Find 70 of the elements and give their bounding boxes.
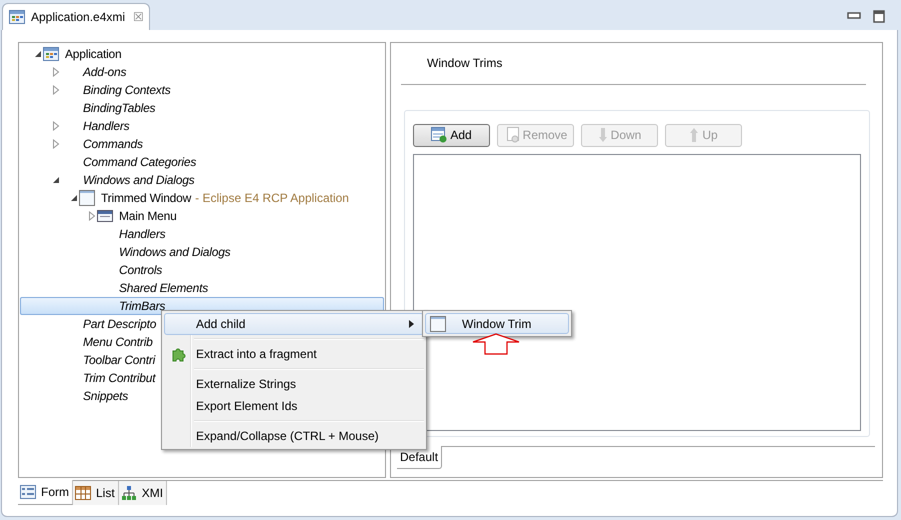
tree-item-label: Windows and Dialogs — [83, 173, 194, 187]
tree-item[interactable]: Handlers — [20, 117, 384, 135]
tree-item-label: TrimBars — [119, 299, 166, 313]
tree-item[interactable]: Commands — [20, 135, 384, 153]
window-icon — [430, 316, 446, 332]
tree-item-detail: - Eclipse E4 RCP Application — [195, 191, 349, 205]
tree-item-label: Application — [65, 47, 122, 61]
pointer-arrow — [472, 333, 520, 355]
tree-item[interactable]: Binding Contexts — [20, 81, 384, 99]
tree-item-label: Handlers — [119, 227, 166, 241]
tree-item-label: Binding Contexts — [83, 83, 171, 97]
tree-item-label: Windows and Dialogs — [119, 245, 230, 259]
down-arrow-icon — [598, 127, 608, 144]
menu-item[interactable]: Export Element Ids — [164, 395, 424, 417]
tree-item-label: Handlers — [83, 119, 130, 133]
menu-item[interactable]: Externalize Strings — [164, 373, 424, 395]
tree-item[interactable]: Application — [20, 45, 384, 63]
tree-item-label: Menu Contrib — [83, 335, 153, 349]
table-icon — [75, 486, 91, 500]
tree-item-label: Main Menu — [119, 209, 177, 223]
tab[interactable]: Form — [18, 480, 73, 505]
application-icon — [9, 9, 25, 25]
collapsed-icon[interactable] — [52, 67, 60, 77]
tree-item[interactable]: BindingTables — [20, 99, 384, 117]
tree-item[interactable]: Command Categories — [20, 153, 384, 171]
editor-tab[interactable]: Application.e4xmi ☒ — [2, 3, 150, 30]
collapsed-icon[interactable] — [52, 121, 60, 131]
collapsed-icon[interactable] — [52, 139, 60, 149]
tree-item-label: Snippets — [83, 389, 128, 403]
tree-item-label: Add-ons — [83, 65, 126, 79]
tree-item-label: Trimmed Window — [101, 191, 192, 205]
toolbar-button[interactable]: Add — [413, 124, 490, 147]
menu-item[interactable]: Expand/Collapse (CTRL + Mouse) — [164, 425, 424, 447]
menu-item[interactable]: Add child — [164, 313, 424, 335]
tree-item[interactable]: Add-ons — [20, 63, 384, 81]
maximize-icon[interactable] — [873, 10, 885, 22]
application-icon — [43, 46, 59, 62]
expanded-icon[interactable] — [34, 50, 42, 58]
section-title: Window Trims — [426, 55, 504, 72]
tree-item-label: BindingTables — [83, 101, 156, 115]
menu-icon — [97, 208, 113, 224]
list-box[interactable] — [413, 154, 861, 432]
tree-item-label: Controls — [119, 263, 162, 277]
hierarchy-icon — [120, 486, 137, 500]
tree-item[interactable]: Windows and Dialogs — [20, 243, 384, 261]
tree-item-label: Commands — [83, 137, 143, 151]
tab[interactable]: List — [73, 481, 119, 505]
tab[interactable]: XMI — [118, 481, 168, 505]
menu-item[interactable]: Extract into a fragment — [164, 343, 424, 365]
minimize-icon[interactable] — [847, 12, 861, 20]
tree-item-label: Shared Elements — [119, 281, 208, 295]
tree-item-label: Command Categories — [83, 155, 196, 169]
tree-item[interactable]: Handlers — [20, 225, 384, 243]
form-icon — [20, 485, 36, 499]
tree-item[interactable]: Trimmed Window - Eclipse E4 RCP Application — [20, 189, 384, 207]
submenu-arrow-icon — [409, 320, 415, 328]
close-button[interactable]: ☒ — [133, 10, 144, 24]
expanded-icon[interactable] — [70, 194, 78, 202]
expanded-icon[interactable] — [52, 176, 60, 184]
window-icon — [79, 190, 95, 206]
puzzle-icon — [171, 346, 187, 362]
tree-item[interactable]: Shared Elements — [20, 279, 384, 297]
menu-item[interactable]: Window Trim — [425, 313, 569, 334]
tree-item[interactable]: Main Menu — [20, 207, 384, 225]
tree-item[interactable]: Controls — [20, 261, 384, 279]
up-arrow-icon — [689, 127, 700, 144]
add-table-icon — [431, 127, 448, 144]
tree-item[interactable]: Windows and Dialogs — [20, 171, 384, 189]
editor-tab-title: Application.e4xmi — [31, 10, 126, 24]
collapsed-icon[interactable] — [52, 85, 60, 95]
